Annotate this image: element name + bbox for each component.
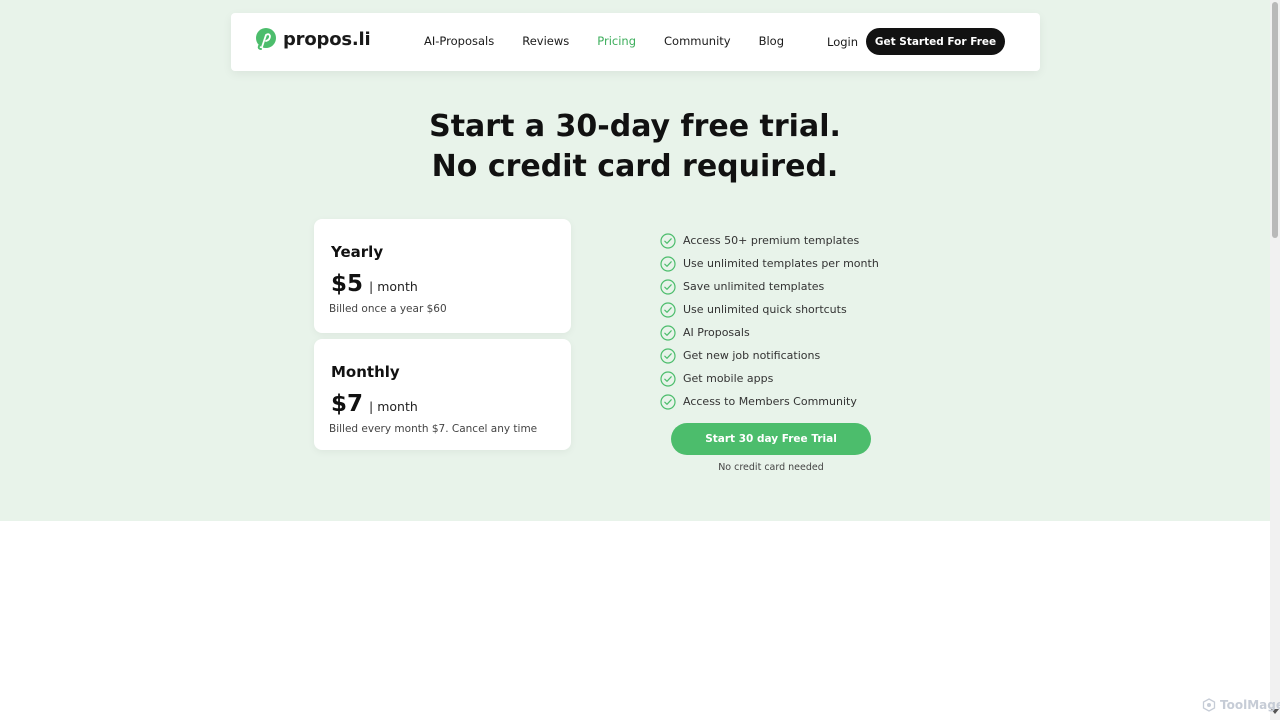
plan-card-monthly[interactable]: Monthly $7 | month Billed every month $7… [314,339,571,450]
feature-item: Save unlimited templates [660,275,879,298]
check-circle-icon [660,347,676,364]
plan-billing-note: Billed every month $7. Cancel any time [329,423,538,435]
check-circle-icon [660,278,676,295]
check-circle-icon [660,301,676,318]
plan-billing-note: Billed once a year $60 [329,303,447,315]
feature-item: Use unlimited templates per month [660,252,879,275]
feature-item: Get new job notifications [660,344,879,367]
top-navbar: propos.li AI-Proposals Reviews Pricing C… [231,13,1040,71]
plan-card-yearly[interactable]: Yearly $5 | month Billed once a year $60 [314,219,571,333]
feature-text: Get new job notifications [683,349,821,362]
plan-price: $5 [331,271,364,297]
check-circle-icon [660,324,676,341]
feature-text: AI Proposals [683,326,750,339]
check-circle-icon [660,232,676,249]
feature-item: Use unlimited quick shortcuts [660,298,879,321]
watermark: ToolMage [1202,698,1280,712]
plan-price-row: $5 | month [331,271,418,297]
no-credit-card-note: No credit card needed [718,462,824,473]
plan-period: | month [369,279,418,294]
nav-link-blog[interactable]: Blog [759,34,784,48]
plan-period: | month [369,399,418,414]
plan-price-row: $7 | month [331,391,418,417]
feature-item: AI Proposals [660,321,879,344]
check-circle-icon [660,393,676,410]
feature-item: Access 50+ premium templates [660,229,879,252]
page-headline: Start a 30-day free trial. No credit car… [0,107,1270,187]
feature-item: Get mobile apps [660,367,879,390]
scrollbar-thumb[interactable] [1272,2,1278,238]
brand-name: propos.li [283,28,371,50]
feature-text: Access 50+ premium templates [683,234,860,247]
start-free-trial-button[interactable]: Start 30 day Free Trial [671,423,871,455]
nav-link-pricing[interactable]: Pricing [597,34,636,48]
plan-price: $7 [331,391,364,417]
nav-links: AI-Proposals Reviews Pricing Community B… [424,34,812,48]
leaf-logo-icon [256,28,276,50]
feature-text: Use unlimited quick shortcuts [683,303,847,316]
brand-logo[interactable]: propos.li [255,27,371,51]
feature-text: Use unlimited templates per month [683,257,879,270]
feature-text: Save unlimited templates [683,280,825,293]
watermark-text: ToolMage [1220,698,1280,712]
plan-name: Yearly [331,243,384,261]
watermark-logo-icon [1202,698,1216,712]
get-started-button[interactable]: Get Started For Free [866,28,1005,55]
nav-link-ai-proposals[interactable]: AI-Proposals [424,34,494,48]
check-circle-icon [660,370,676,387]
feature-text: Access to Members Community [683,395,857,408]
feature-text: Get mobile apps [683,372,774,385]
page-scrollbar[interactable] [1270,0,1280,720]
plan-name: Monthly [331,363,400,381]
headline-line-1: Start a 30-day free trial. [429,109,841,144]
check-circle-icon [660,255,676,272]
feature-item: Access to Members Community [660,390,879,413]
login-link[interactable]: Login [827,35,858,49]
nav-link-reviews[interactable]: Reviews [522,34,569,48]
nav-link-community[interactable]: Community [664,34,731,48]
feature-list: Access 50+ premium templates Use unlimit… [660,229,879,413]
headline-line-2: No credit card required. [431,149,839,184]
hero-section [0,0,1270,521]
